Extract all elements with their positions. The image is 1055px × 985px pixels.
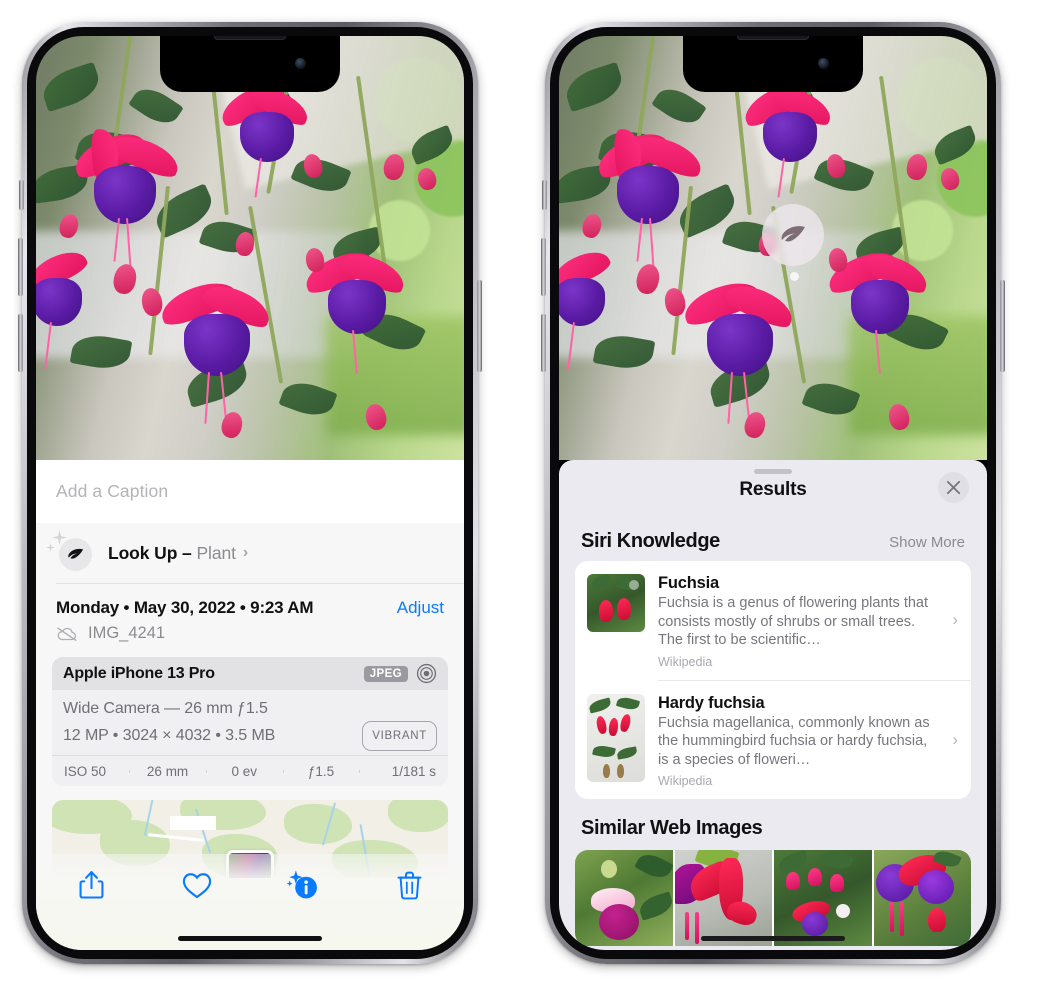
home-indicator[interactable]	[178, 936, 322, 941]
look-up-icon-group	[46, 530, 92, 571]
chevron-right-icon: ›	[242, 544, 249, 561]
earpiece-speaker	[214, 36, 286, 40]
photo-specs: 12 MP • 3024 × 4032 • 3.5 MB	[63, 727, 276, 744]
knowledge-source: Wikipedia	[658, 774, 713, 788]
style-badge: VIBRANT	[362, 721, 437, 751]
knowledge-description: Fuchsia is a genus of flowering plants t…	[658, 595, 929, 648]
look-up-badge[interactable]	[762, 204, 824, 266]
look-up-anchor-dot	[790, 272, 799, 281]
web-image-tile[interactable]	[575, 850, 675, 946]
screen-left: Add a Caption Look Up – Plant › Monday •…	[36, 36, 464, 950]
home-indicator[interactable]	[701, 936, 845, 941]
toolbar-icons	[36, 854, 464, 906]
results-title: Results	[739, 479, 807, 500]
caption-placeholder: Add a Caption	[56, 481, 169, 501]
share-icon	[79, 871, 103, 899]
adjust-button[interactable]: Adjust	[397, 598, 444, 618]
close-button[interactable]	[938, 472, 969, 503]
exif-header: Apple iPhone 13 Pro JPEG	[52, 657, 448, 690]
format-badge: JPEG	[363, 665, 408, 682]
siri-knowledge-header: Siri Knowledge Show More	[559, 520, 987, 561]
knowledge-item[interactable]: Fuchsia Fuchsia is a genus of flowering …	[575, 561, 971, 680]
exif-header-right: JPEG	[363, 663, 437, 684]
web-image-tile[interactable]	[674, 850, 774, 946]
knowledge-thumbnail	[587, 574, 645, 632]
web-image-tile[interactable]	[873, 850, 971, 946]
chevron-right-icon: ›	[952, 729, 958, 749]
file-row: IMG_4241	[36, 618, 464, 643]
volume-down-button[interactable]	[18, 314, 23, 372]
look-up-prefix: Look Up –	[108, 542, 197, 563]
iphone-left: Add a Caption Look Up – Plant › Monday •…	[18, 22, 482, 964]
cloud-slash-icon	[57, 627, 77, 641]
share-button[interactable]	[70, 864, 112, 906]
similar-web-images-strip	[575, 850, 971, 946]
specs-row: 12 MP • 3024 × 4032 • 3.5 MB VIBRANT	[63, 721, 437, 751]
leaf-icon	[68, 548, 84, 559]
sparkle-small-icon	[46, 543, 55, 552]
knowledge-title: Fuchsia	[658, 574, 719, 592]
close-icon	[946, 480, 961, 495]
lens-info: Wide Camera — 26 mm ƒ1.5	[63, 700, 268, 717]
similar-web-images-header: Similar Web Images	[559, 799, 987, 850]
exif-stat-iso: ISO 50	[64, 763, 107, 779]
siri-knowledge-card: Fuchsia Fuchsia is a genus of flowering …	[575, 561, 971, 799]
photo-viewer[interactable]	[559, 36, 987, 460]
look-up-subject: Plant	[196, 542, 236, 563]
earpiece-speaker	[737, 36, 809, 40]
volume-up-button[interactable]	[18, 238, 23, 296]
results-sheet: Results Siri Knowledge Show More Fuchsia…	[559, 460, 987, 950]
mute-switch[interactable]	[19, 180, 24, 210]
camera-device: Apple iPhone 13 Pro	[63, 664, 215, 682]
front-camera-icon	[818, 58, 829, 69]
front-camera-icon	[295, 58, 306, 69]
results-header: Results	[559, 460, 987, 520]
look-up-label: Look Up – Plant	[108, 543, 236, 564]
knowledge-source: Wikipedia	[658, 654, 713, 669]
exif-stats-row: ISO 50 26 mm 0 ev ƒ1.5 1/181 s	[52, 755, 448, 786]
show-more-button[interactable]: Show More	[889, 534, 965, 551]
leaf-badge	[59, 538, 92, 571]
knowledge-item[interactable]: Hardy fuchsia Fuchsia magellanica, commo…	[575, 681, 971, 800]
notch	[683, 36, 863, 92]
heart-icon	[182, 872, 212, 898]
aperture-icon	[416, 663, 437, 684]
screenshot-stage: Add a Caption Look Up – Plant › Monday •…	[0, 0, 1055, 985]
notch	[160, 36, 340, 92]
chevron-right-icon: ›	[952, 610, 958, 630]
knowledge-thumbnail	[587, 693, 645, 782]
exif-stat-shutter: 1/181 s	[359, 764, 444, 779]
power-button[interactable]	[1000, 280, 1005, 372]
leaf-icon	[781, 226, 805, 242]
knowledge-text: Hardy fuchsia Fuchsia magellanica, commo…	[658, 694, 959, 789]
volume-down-button[interactable]	[541, 314, 546, 372]
web-image-tile[interactable]	[774, 850, 874, 946]
power-button[interactable]	[477, 280, 482, 372]
exif-card[interactable]: Apple iPhone 13 Pro JPEG Wide Camera — 2…	[52, 657, 448, 786]
photo-date: Monday • May 30, 2022 • 9:23 AM	[56, 598, 314, 617]
favorite-button[interactable]	[176, 864, 218, 906]
exif-stat-aperture: ƒ1.5	[282, 764, 360, 779]
knowledge-title: Hardy fuchsia	[658, 693, 765, 712]
mute-switch[interactable]	[542, 180, 547, 210]
caption-field[interactable]: Add a Caption	[36, 460, 464, 523]
date-row: Monday • May 30, 2022 • 9:23 AM Adjust	[36, 584, 464, 618]
exif-stat-exposure: 0 ev	[205, 764, 283, 779]
trash-icon	[397, 871, 421, 899]
delete-button[interactable]	[388, 864, 430, 906]
siri-knowledge-title: Siri Knowledge	[581, 530, 720, 552]
similar-web-images-title: Similar Web Images	[581, 817, 763, 839]
info-sparkle-icon	[286, 869, 317, 898]
screen-right: Results Siri Knowledge Show More Fuchsia…	[559, 36, 987, 950]
file-name: IMG_4241	[88, 624, 166, 642]
volume-up-button[interactable]	[541, 238, 546, 296]
knowledge-text: Fuchsia Fuchsia is a genus of flowering …	[658, 574, 959, 669]
info-button[interactable]	[282, 864, 324, 906]
knowledge-description: Fuchsia magellanica, commonly known as t…	[658, 714, 930, 768]
exif-body: Wide Camera — 26 mm ƒ1.5 12 MP • 3024 × …	[52, 690, 448, 755]
look-up-row[interactable]: Look Up – Plant ›	[36, 523, 464, 583]
iphone-right: Results Siri Knowledge Show More Fuchsia…	[541, 22, 1005, 964]
photo-viewer[interactable]	[36, 36, 464, 460]
exif-stat-focal: 26 mm	[129, 764, 206, 779]
